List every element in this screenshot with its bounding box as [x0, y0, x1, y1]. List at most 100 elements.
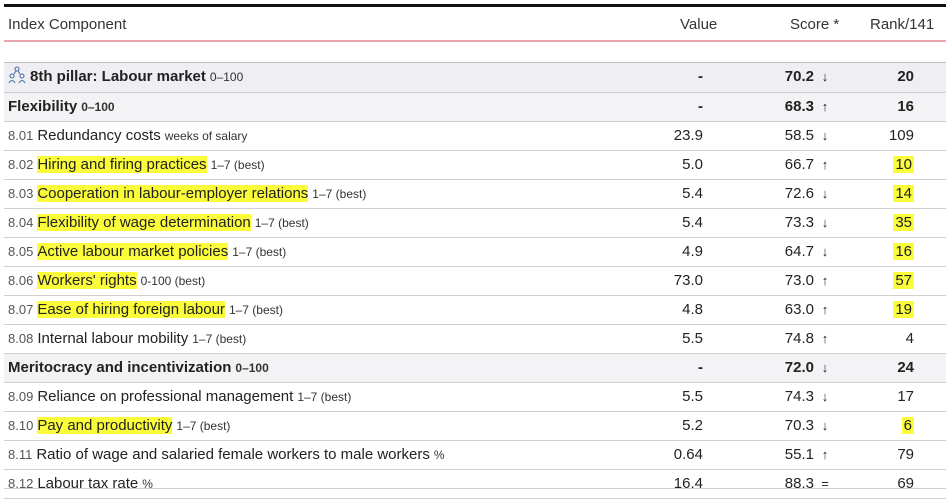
indicator-score: 74.8 [784, 330, 814, 347]
indicator-rank: 16 [897, 98, 914, 115]
indicator-number: 8.08 [8, 331, 34, 346]
table-row: 8.07 Ease of hiring foreign labour 1–7 (be… [4, 296, 946, 325]
indicator-rank: 24 [897, 359, 914, 376]
table-row: 8.01 Redundancy costs weeks of salary 23.9 5… [4, 122, 946, 151]
indicator-label: Pay and productivity [37, 417, 173, 434]
indicator-score: 58.5 [784, 127, 814, 144]
indicator-score: 66.7 [784, 156, 814, 173]
indicator-rank: 14 [893, 185, 914, 202]
trend-arrow-icon: ↑ [821, 99, 829, 114]
trend-arrow-icon: ↓ [821, 128, 829, 143]
indicator-value: 5.0 [682, 156, 703, 173]
indicator-score: 73.0 [784, 272, 814, 289]
indicator-label: Labour tax rate [37, 475, 139, 492]
indicator-unit: 0–100 [235, 361, 269, 375]
subpillar-row: Meritocracy and incentivization 0–100 - 72.… [4, 354, 946, 383]
indicator-number: 8.11 [8, 447, 33, 462]
indicator-unit: 0-100 (best) [140, 274, 206, 288]
indicator-unit: 1–7 (best) [254, 216, 309, 230]
indicator-value: - [698, 359, 703, 376]
indicator-unit: 1–7 (best) [210, 158, 265, 172]
subpillar-row: Flexibility 0–100 - 68.3 ↑ 16 [4, 93, 946, 122]
table-row: 8.11 Ratio of wage and salaried female wo… [4, 441, 946, 470]
trend-arrow-icon: ↑ [821, 273, 829, 288]
indicator-rank: 57 [893, 272, 914, 289]
indicator-score: 70.3 [784, 417, 814, 434]
indicator-rank: 16 [893, 243, 914, 260]
table-row: 8.05 Active labour market policies 1–7 (be… [4, 238, 946, 267]
indicator-unit: 0–100 [81, 100, 115, 114]
indicator-value: 73.0 [673, 272, 703, 289]
indicator-rank: 79 [897, 446, 914, 463]
indicator-value: 23.9 [673, 127, 703, 144]
header-component: Index Component [8, 16, 127, 33]
indicator-rank: 35 [893, 214, 914, 231]
indicator-number: 8.06 [8, 273, 34, 288]
indicator-value: 5.4 [682, 214, 703, 231]
indicator-label: Flexibility of wage determination [37, 214, 251, 231]
indicator-unit: 1–7 (best) [312, 187, 367, 201]
people-network-icon [8, 66, 26, 84]
trend-arrow-icon: ↓ [821, 389, 829, 404]
table-row: 8.12 Labour tax rate% 16.4 88.3 = 69 [4, 470, 946, 499]
indicator-unit: 1–7 (best) [176, 419, 231, 433]
indicator-score: 55.1 [784, 446, 814, 463]
indicator-label: Ease of hiring foreign labour [37, 301, 225, 318]
indicator-value: 4.9 [682, 243, 703, 260]
pillar-trend-icon: ↓ [821, 69, 829, 84]
header-rank: Rank/141 [870, 16, 935, 33]
indicator-unit: weeks of salary [164, 129, 248, 143]
indicator-value: 0.64 [673, 446, 703, 463]
table-row: 8.10 Pay and productivity 1–7 (best) 5.2 70.… [4, 412, 946, 441]
indicator-value: 4.8 [682, 301, 703, 318]
table-row: 8.02 Hiring and firing practices 1–7 (best… [4, 151, 946, 180]
indicator-value: 5.5 [682, 388, 703, 405]
indicator-value: 5.5 [682, 330, 703, 347]
trend-arrow-icon: ↑ [821, 447, 829, 462]
indicator-label: Hiring and firing practices [37, 156, 207, 173]
pillar-value: - [698, 68, 703, 85]
indicator-label: Ratio of wage and salaried female worker… [36, 446, 430, 463]
table-row: 8.08 Internal labour mobility 1–7 (best) 5.… [4, 325, 946, 354]
table-row: 8.03 Cooperation in labour-employer relat… [4, 180, 946, 209]
indicator-unit: % [433, 448, 445, 462]
indicator-value: 5.4 [682, 185, 703, 202]
trend-arrow-icon: ↓ [821, 215, 829, 230]
trend-arrow-icon: ↓ [821, 244, 829, 259]
indicator-rank: 10 [893, 156, 914, 173]
trend-arrow-icon: = [821, 476, 829, 491]
indicator-unit: 1–7 (best) [232, 245, 287, 259]
indicator-score: 72.0 [784, 359, 814, 376]
pillar-row: 8th pillar: Labour market 0–100 - 70.2 ↓ 2… [4, 62, 946, 93]
indicator-label: Workers' rights [37, 272, 137, 289]
indicator-number: 8.04 [8, 215, 34, 230]
indicator-score: 68.3 [784, 98, 814, 115]
header-value: Value [680, 16, 718, 33]
table-row: 8.09 Reliance on professional management 1… [4, 383, 946, 412]
indicator-rank: 69 [897, 475, 914, 492]
indicator-number: 8.09 [8, 389, 34, 404]
indicator-number: 8.02 [8, 157, 34, 172]
pillar-unit: 0–100 [209, 70, 244, 84]
index-table: 8th pillar: Labour market 0–100 - 70.2 ↓ 2… [4, 62, 946, 499]
indicator-score: 74.3 [784, 388, 814, 405]
indicator-label: Active labour market policies [37, 243, 229, 260]
indicator-value: 16.4 [673, 475, 703, 492]
indicator-rank: 109 [888, 127, 914, 144]
table-row: 8.06 Workers' rights 0-100 (best) 73.0 73.0 ↑… [4, 267, 946, 296]
indicator-rank: 6 [901, 417, 914, 434]
indicator-unit: 1–7 (best) [192, 332, 247, 346]
pillar-rank: 20 [897, 68, 914, 85]
indicator-number: 8.03 [8, 186, 34, 201]
indicator-rank: 17 [897, 388, 914, 405]
trend-arrow-icon: ↑ [821, 302, 829, 317]
indicator-score: 88.3 [784, 475, 814, 492]
table-row: 8.04 Flexibility of wage determination 1–7… [4, 209, 946, 238]
bottom-rule [4, 488, 946, 489]
indicator-rank: 4 [905, 330, 914, 347]
indicator-label: Meritocracy and incentivization [8, 359, 232, 376]
trend-arrow-icon: ↓ [821, 418, 829, 433]
indicator-score: 63.0 [784, 301, 814, 318]
trend-arrow-icon: ↑ [821, 331, 829, 346]
indicator-number: 8.05 [8, 244, 34, 259]
